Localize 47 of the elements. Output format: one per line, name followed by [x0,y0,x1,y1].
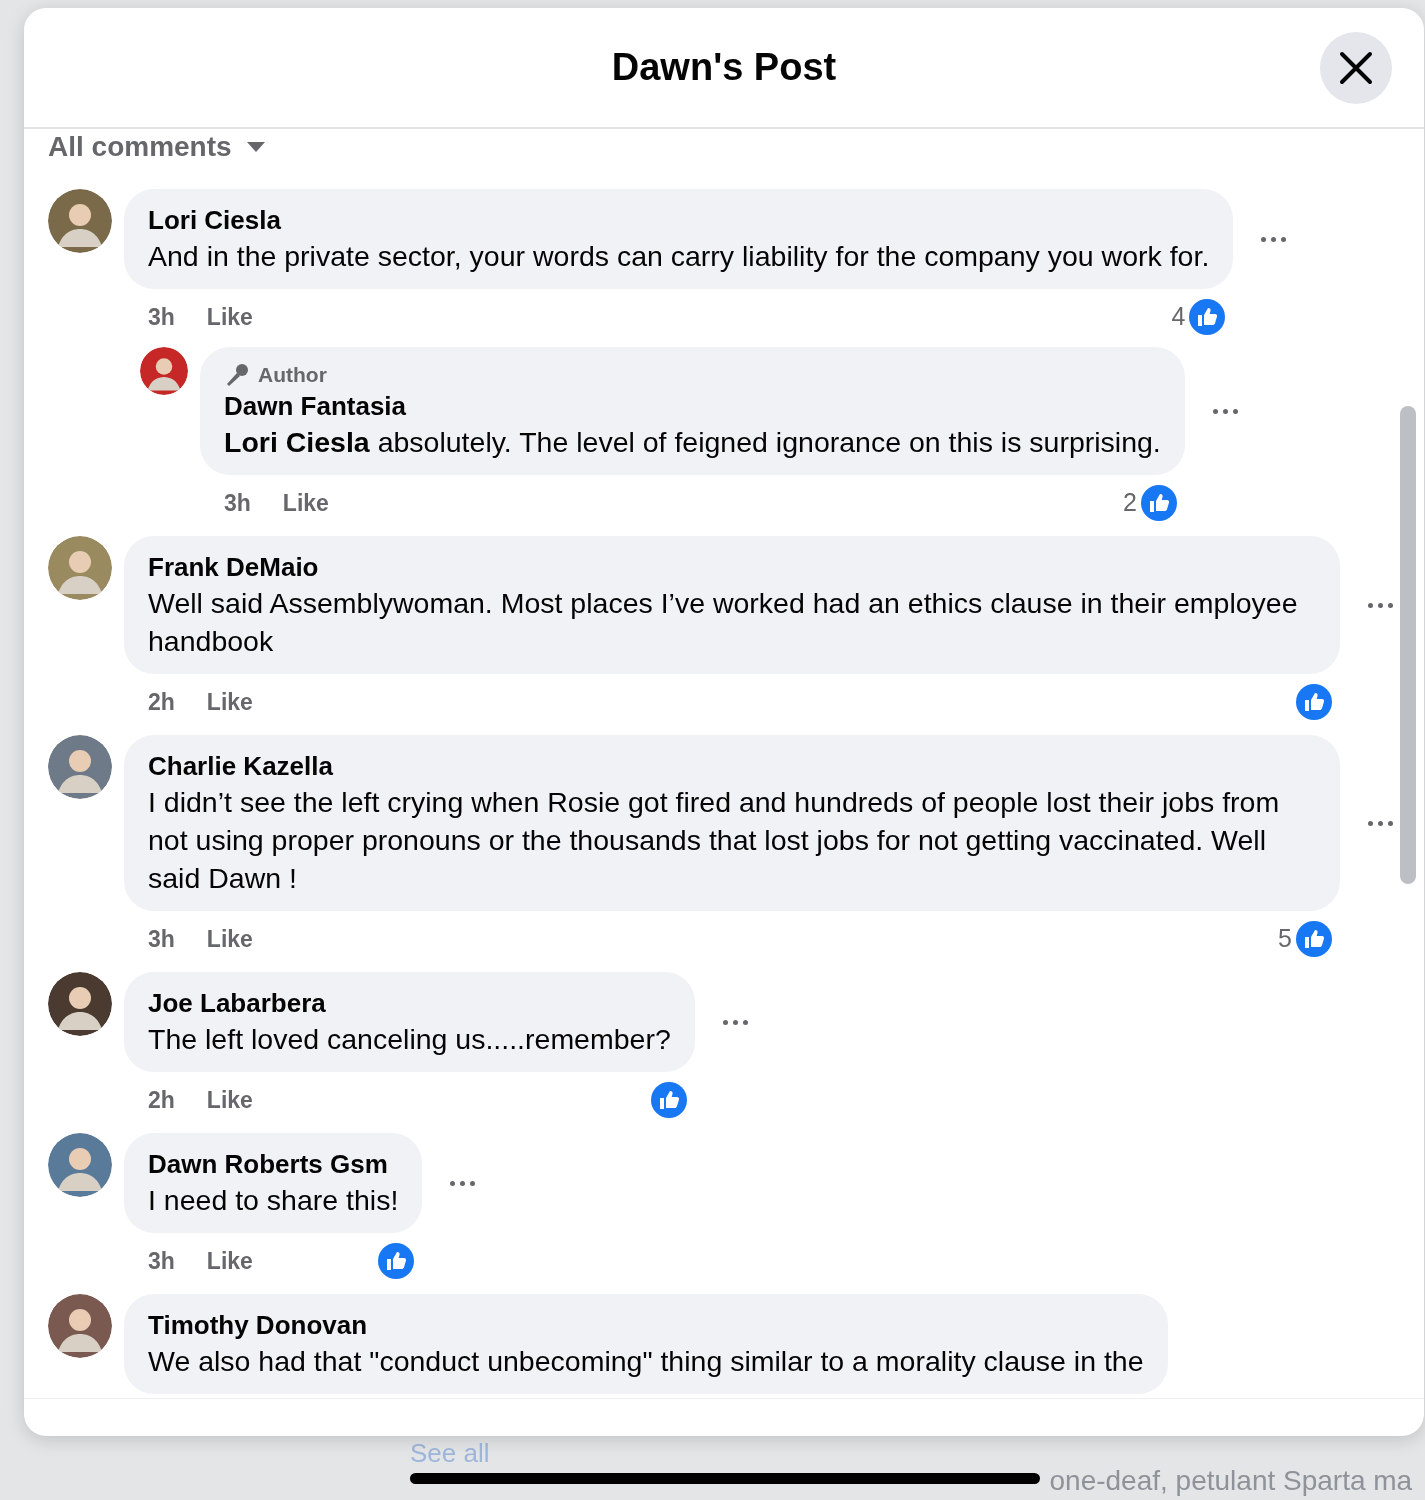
comment-text: Well said Assemblywoman. Most places I’ve worked had an ethics clause in their employee handbook [148,586,1299,659]
timestamp: 3h [148,302,175,332]
avatar[interactable] [48,189,112,253]
avatar[interactable] [48,972,112,1036]
reaction-count: 5 [1278,923,1292,955]
comment-text: Lori Ciesla absolutely. The level of feigned ignorance on this is surprising. [224,425,1161,460]
like-button[interactable]: Like [206,684,253,720]
avatar[interactable] [140,347,188,395]
sort-dropdown[interactable]: All comments [48,131,266,163]
like-reaction-icon [1296,684,1332,720]
commenter-name[interactable]: Frank DeMaio [148,550,1316,584]
close-icon [1339,51,1373,85]
like-button[interactable]: Like [206,1243,253,1279]
commenter-name[interactable]: Joe Labarbera [148,986,671,1020]
commenter-name[interactable]: Dawn Roberts Gsm [148,1147,399,1181]
commenter-name[interactable]: Timothy Donovan [148,1308,1144,1342]
comment-text: I didn’t see the left crying when Rosie got fired and hundreds of people lost their jobs from not using proper pronouns or the thousands that lost jobs for not getting vaccinated. Well said Dawn ! [148,785,1281,896]
timestamp: 3h [224,488,251,518]
like-button[interactable]: Like [206,921,253,957]
comment-text: And in the private sector, your words can carry liability for the company you work for. [148,239,1210,274]
comment-text: I need to share this! [148,1183,399,1218]
timestamp: 3h [148,924,175,954]
like-reaction-icon [1189,299,1226,335]
avatar[interactable] [48,1294,112,1358]
timestamp: 2h [148,687,175,717]
like-button[interactable]: Like [282,485,329,521]
like-reaction-icon [650,1082,687,1118]
dialog-title: Dawn's Post [611,44,837,90]
reaction-count: 4 [1171,301,1186,333]
author-label: Author [224,361,1161,389]
commenter-name[interactable]: Dawn Fantasia [224,389,1161,423]
comment-text: We also had that "conduct unbecoming" thing similar to a morality clause in the [148,1344,1144,1379]
reaction-count: 2 [1122,487,1137,519]
microphone-icon [224,362,250,388]
commenter-name[interactable]: Lori Ciesla [148,203,1210,237]
like-reaction-icon [378,1243,415,1279]
like-button[interactable]: Like [206,299,253,335]
comment-text: The left loved canceling us.....remember? [148,1022,671,1057]
timestamp: 3h [148,1246,175,1276]
scrollbar[interactable] [1400,406,1416,884]
post-snippet: one-deaf, petulant Sparta ma [1049,1464,1413,1498]
like-reaction-icon [1140,485,1177,521]
commenter-name[interactable]: Charlie Kazella [148,749,1316,783]
like-reaction-icon [1296,921,1332,957]
timestamp: 2h [148,1085,175,1115]
like-button[interactable]: Like [206,1082,253,1118]
caret-icon [245,141,266,153]
